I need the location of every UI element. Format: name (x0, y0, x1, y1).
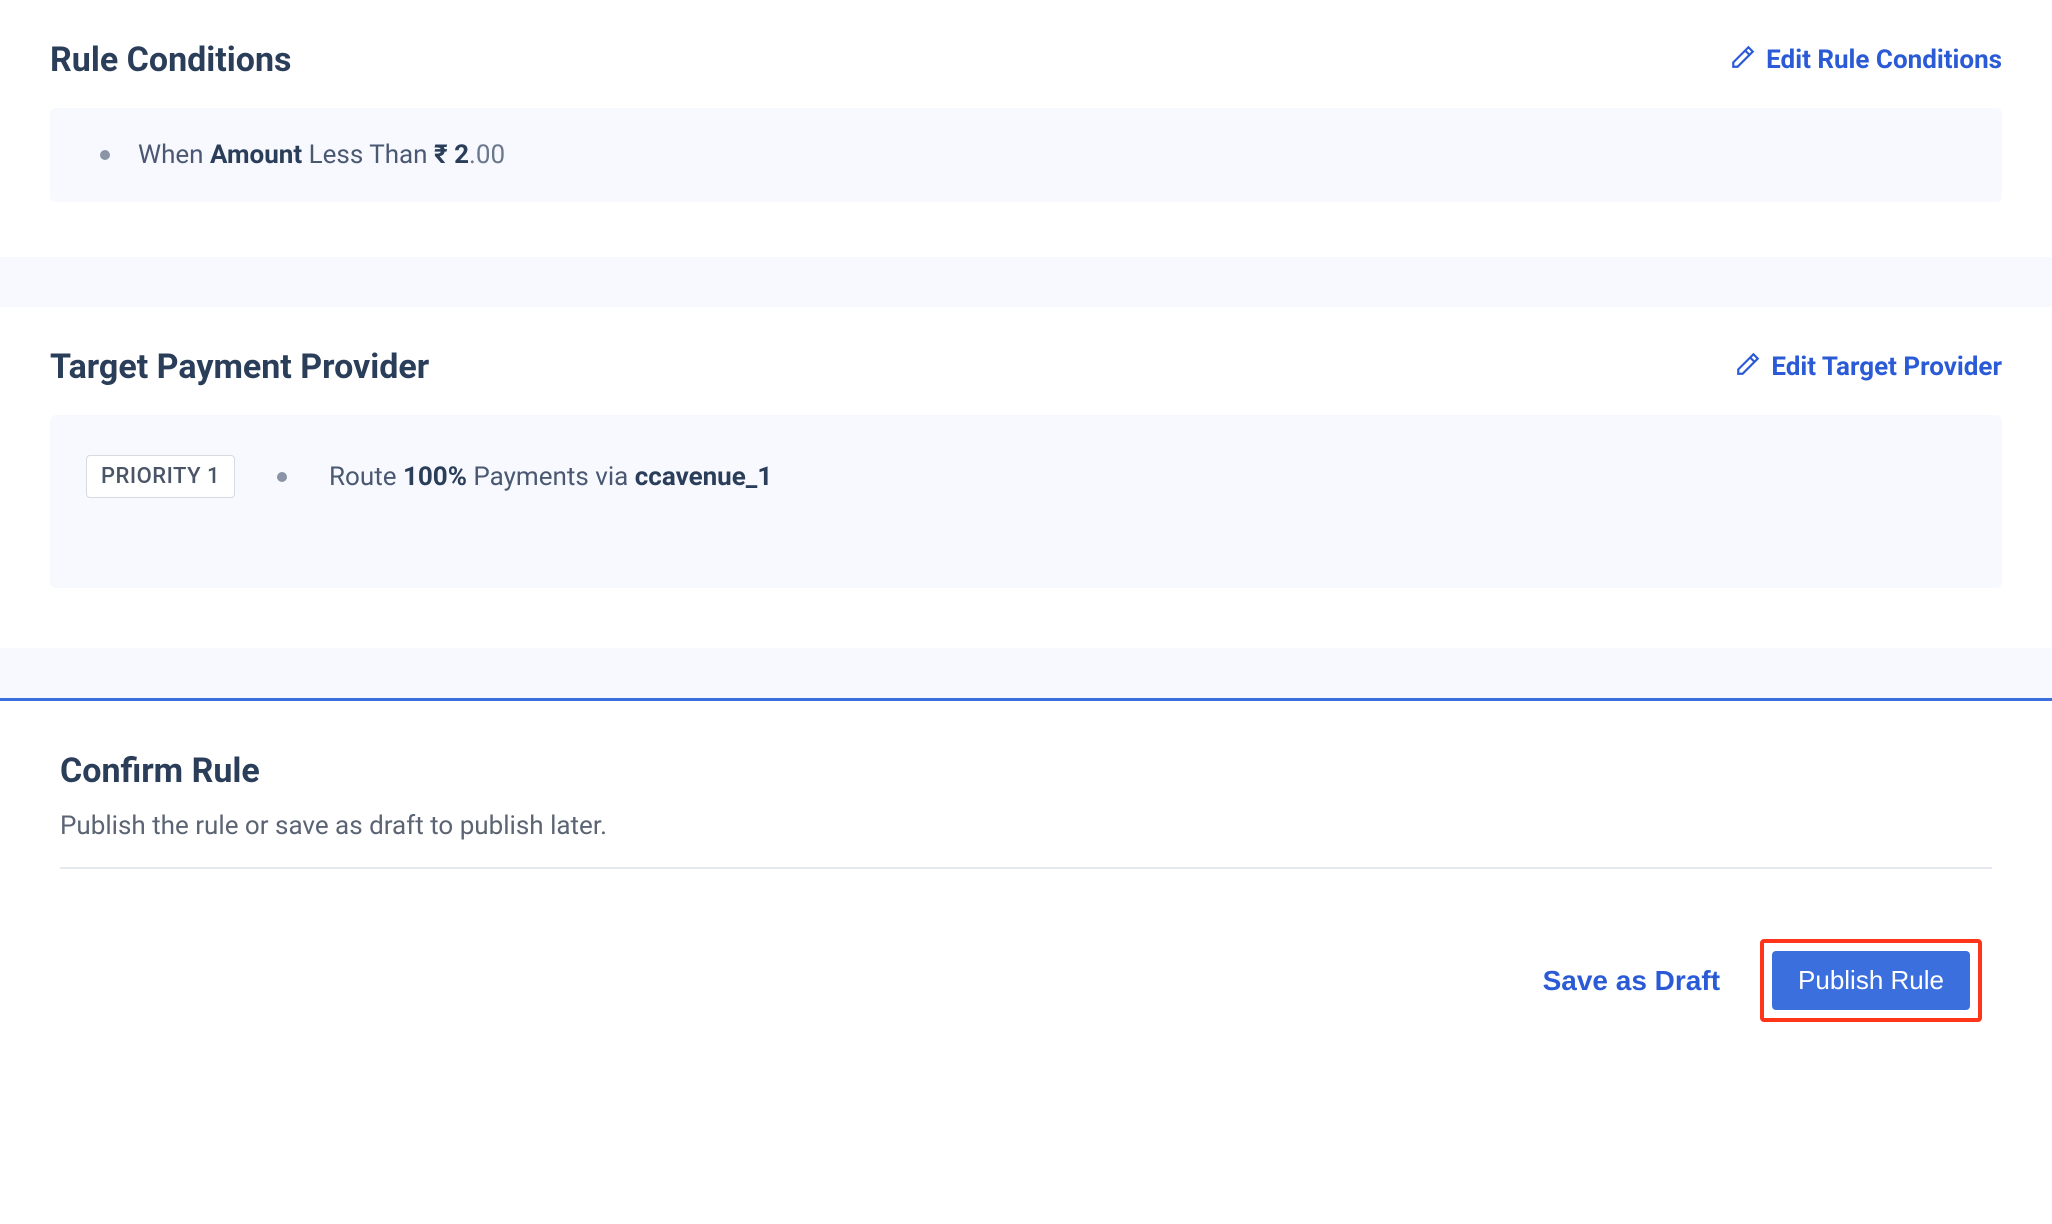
save-as-draft-button[interactable]: Save as Draft (1543, 965, 1720, 997)
edit-rule-conditions-label: Edit Rule Conditions (1766, 45, 2002, 75)
condition-currency: ₹ (434, 140, 454, 170)
section-divider (0, 257, 2052, 307)
target-provider-section: Target Payment Provider Edit Target Prov… (0, 307, 2052, 588)
priority-badge: PRIORITY 1 (86, 455, 235, 498)
edit-target-provider-link[interactable]: Edit Target Provider (1735, 351, 2002, 384)
condition-row: When Amount Less Than ₹ 2.00 (100, 140, 1952, 170)
edit-icon (1730, 44, 1756, 77)
route-target: ccavenue_1 (635, 462, 773, 492)
condition-field: Amount (210, 140, 302, 170)
confirm-rule-title: Confirm Rule (60, 751, 1992, 791)
publish-rule-button[interactable]: Publish Rule (1772, 951, 1970, 1010)
condition-amount-int: 2 (454, 140, 469, 170)
route-prefix: Route (329, 462, 403, 492)
rule-conditions-panel: When Amount Less Than ₹ 2.00 (50, 108, 2002, 202)
rule-conditions-section: Rule Conditions Edit Rule Conditions Whe… (0, 0, 2052, 202)
edit-rule-conditions-link[interactable]: Edit Rule Conditions (1730, 44, 2002, 77)
condition-when: When (138, 140, 210, 170)
rule-conditions-title: Rule Conditions (50, 40, 292, 80)
publish-highlight-box: Publish Rule (1760, 939, 1982, 1022)
bullet-icon (277, 472, 287, 482)
provider-row: PRIORITY 1 Route 100% Payments via ccave… (86, 455, 1966, 498)
edit-icon (1735, 351, 1761, 384)
confirm-action-row: Save as Draft Publish Rule (60, 939, 1992, 1022)
edit-target-provider-label: Edit Target Provider (1771, 352, 2002, 382)
provider-text: Route 100% Payments via ccavenue_1 (329, 462, 772, 492)
target-provider-panel: PRIORITY 1 Route 100% Payments via ccave… (50, 415, 2002, 588)
route-middle: Payments via (467, 462, 635, 492)
bullet-icon (100, 150, 110, 160)
condition-amount-dec: .00 (469, 140, 505, 170)
confirm-rule-description: Publish the rule or save as draft to pub… (60, 811, 1992, 869)
condition-operator: Less Than (302, 140, 434, 170)
section-divider (0, 648, 2052, 698)
route-percent: 100% (403, 462, 467, 492)
target-provider-title: Target Payment Provider (50, 347, 429, 387)
confirm-rule-section: Confirm Rule Publish the rule or save as… (0, 698, 2052, 1082)
condition-text: When Amount Less Than ₹ 2.00 (138, 140, 505, 170)
